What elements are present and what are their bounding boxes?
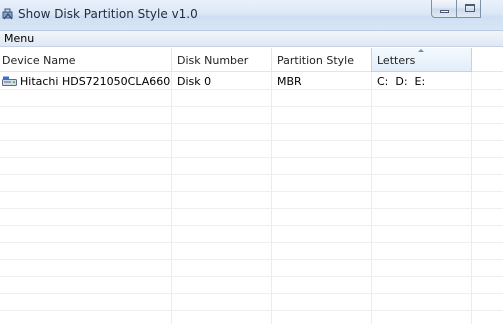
empty-row xyxy=(0,294,503,311)
cell-disk-number: Disk 0 xyxy=(177,75,212,88)
column-header-device-name[interactable]: Device Name xyxy=(0,48,172,72)
list-header: Device Name Disk Number Partition Style … xyxy=(0,48,503,72)
column-header-label: Disk Number xyxy=(177,54,249,67)
cell-device-name: Hitachi HDS721050CLA660 xyxy=(20,75,170,88)
empty-row xyxy=(0,226,503,243)
column-header-partition-style[interactable]: Partition Style xyxy=(272,48,372,72)
title-bar[interactable]: Show Disk Partition Style v1.0 xyxy=(0,0,503,31)
list-rows: Hitachi HDS721050CLA660 Disk 0 MBR C: D:… xyxy=(0,73,503,311)
empty-row xyxy=(0,243,503,260)
empty-row xyxy=(0,277,503,294)
minimize-icon xyxy=(440,10,449,13)
app-window: Show Disk Partition Style v1.0 Menu Devi… xyxy=(0,0,503,324)
maximize-icon xyxy=(465,4,475,12)
column-header-label: Device Name xyxy=(2,54,76,67)
empty-row xyxy=(0,158,503,175)
disk-list[interactable]: Device Name Disk Number Partition Style … xyxy=(0,48,503,324)
empty-row xyxy=(0,107,503,124)
maximize-button[interactable] xyxy=(456,0,481,18)
table-row[interactable]: Hitachi HDS721050CLA660 Disk 0 MBR C: D:… xyxy=(0,73,503,90)
cell-partition-style: MBR xyxy=(277,75,302,88)
empty-row xyxy=(0,124,503,141)
column-header-label: Letters xyxy=(377,54,416,67)
column-header-label: Partition Style xyxy=(277,54,354,67)
empty-row xyxy=(0,260,503,277)
empty-row xyxy=(0,192,503,209)
hard-drive-icon xyxy=(2,76,17,86)
app-icon xyxy=(2,8,13,20)
minimize-button[interactable] xyxy=(431,0,456,18)
empty-row xyxy=(0,141,503,158)
column-header-letters[interactable]: Letters xyxy=(371,48,472,72)
empty-row xyxy=(0,175,503,192)
empty-row xyxy=(0,209,503,226)
window-title: Show Disk Partition Style v1.0 xyxy=(18,7,198,21)
caption-buttons xyxy=(431,0,481,18)
menu-item-menu[interactable]: Menu xyxy=(3,32,35,46)
column-header-disk-number[interactable]: Disk Number xyxy=(172,48,272,72)
menu-bar: Menu xyxy=(0,31,503,47)
sort-ascending-icon xyxy=(418,49,424,52)
cell-letters: C: D: E: xyxy=(377,75,426,88)
empty-row xyxy=(0,90,503,107)
